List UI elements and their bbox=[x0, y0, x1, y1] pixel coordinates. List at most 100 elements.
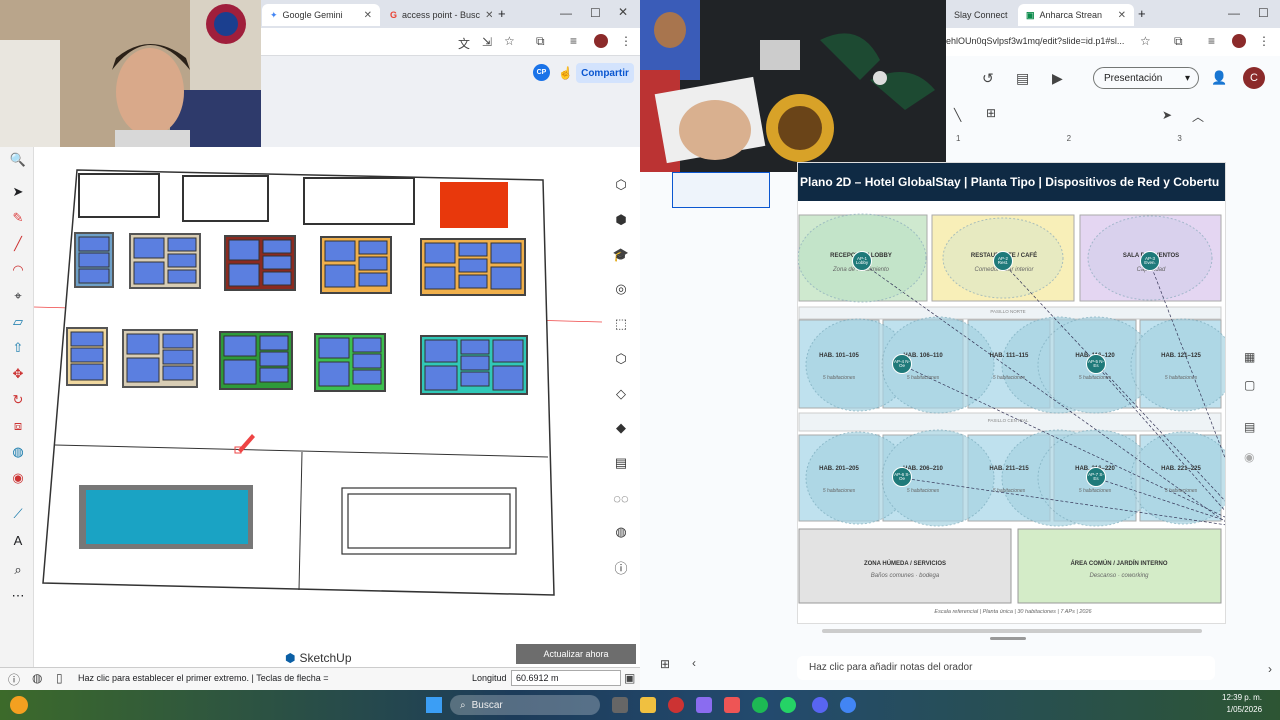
tags-icon[interactable]: ◇ bbox=[610, 383, 632, 405]
measurement-icon[interactable]: ▣ bbox=[624, 671, 635, 685]
chevron-down-icon[interactable]: ▾ bbox=[1185, 73, 1190, 84]
maximize-icon[interactable]: ☐ bbox=[590, 6, 601, 20]
help-icon[interactable]: ⓘ bbox=[8, 671, 20, 688]
tab-slay-connect[interactable]: Slay Connect bbox=[946, 4, 1016, 26]
share-button[interactable]: Compartir bbox=[576, 63, 634, 83]
install-icon[interactable]: ⇲ bbox=[482, 35, 492, 49]
materials-icon[interactable]: ◆ bbox=[610, 417, 632, 439]
bookmark-star-icon[interactable]: ☆ bbox=[504, 34, 515, 48]
close-icon[interactable]: ✕ bbox=[1118, 10, 1126, 21]
horizontal-scrollbar[interactable] bbox=[822, 629, 1202, 633]
update-now-button[interactable]: Actualizar ahora bbox=[516, 644, 636, 664]
app-icon[interactable] bbox=[724, 697, 740, 713]
spotify-icon[interactable] bbox=[752, 697, 768, 713]
views-icon[interactable]: ⬚ bbox=[610, 313, 632, 335]
line-tool-icon[interactable]: ╱ bbox=[9, 235, 27, 253]
insert-comment-icon[interactable]: ⊞ bbox=[986, 106, 996, 120]
select-tool-icon[interactable]: ➤ bbox=[9, 183, 27, 201]
windows-start-icon[interactable] bbox=[426, 697, 442, 713]
slide-canvas[interactable]: Plano 2D – Hotel GlobalStay | Planta Tip… bbox=[797, 162, 1226, 624]
components-icon[interactable]: ⬢ bbox=[610, 209, 632, 231]
tab-access-point[interactable]: G access point - Busc ✕ bbox=[382, 4, 492, 26]
maximize-icon[interactable]: ☐ bbox=[1258, 6, 1269, 20]
hand-icon[interactable]: ☝ bbox=[558, 66, 573, 80]
taskbar-search[interactable]: ⌕ Buscar bbox=[450, 695, 600, 715]
history-icon[interactable]: ↺ bbox=[982, 70, 994, 87]
weather-icon[interactable] bbox=[10, 696, 28, 714]
text-tool-icon[interactable]: A bbox=[9, 531, 27, 549]
menu-dots-icon[interactable]: ⋮ bbox=[1258, 34, 1270, 48]
menu-dots-icon[interactable]: ⋮ bbox=[620, 34, 632, 48]
measurement-field[interactable]: 60.6912 m bbox=[511, 670, 621, 686]
extensions-icon[interactable]: ⧉ bbox=[536, 34, 545, 49]
display-icon[interactable]: ◌◌ bbox=[610, 487, 632, 509]
paint-bucket-icon[interactable]: ◍ bbox=[9, 443, 27, 461]
close-icon[interactable]: ✕ bbox=[485, 10, 492, 21]
slide-thumbnail[interactable] bbox=[672, 172, 770, 208]
close-icon[interactable]: ✕ bbox=[364, 10, 372, 21]
bookmark-star-icon[interactable]: ☆ bbox=[1140, 34, 1151, 48]
dimension-icon[interactable]: ⟋ bbox=[9, 505, 27, 523]
tape-measure-icon[interactable]: ⌖ bbox=[9, 287, 27, 305]
floor-plan-model[interactable] bbox=[33, 147, 603, 667]
tab-anharca[interactable]: ▣ Anharca Strean ✕ bbox=[1018, 4, 1134, 26]
speaker-notes[interactable]: Haz clic para añadir notas del orador bbox=[797, 656, 1215, 680]
push-pull-icon[interactable]: ⇧ bbox=[9, 339, 27, 357]
rectangle-tool-icon[interactable]: ▱ bbox=[9, 313, 27, 331]
share-person-icon[interactable]: 👤 bbox=[1211, 70, 1227, 86]
app-icon[interactable] bbox=[696, 697, 712, 713]
whatsapp-icon[interactable] bbox=[780, 697, 796, 713]
minimize-icon[interactable]: — bbox=[1228, 6, 1240, 20]
arc-tool-icon[interactable]: ◠ bbox=[9, 261, 27, 279]
media-icon[interactable]: ≡ bbox=[570, 34, 577, 48]
credits-icon[interactable]: ▯ bbox=[56, 671, 63, 685]
extensions-icon[interactable]: ⧉ bbox=[1174, 34, 1183, 49]
more-tools-icon[interactable]: ⋯ bbox=[9, 587, 27, 605]
comments-icon[interactable]: ▤ bbox=[1016, 70, 1029, 87]
geolocation-icon[interactable]: ◍ bbox=[32, 671, 42, 685]
pointer-mode-icon[interactable]: ➤ bbox=[1162, 108, 1172, 122]
app-icon[interactable] bbox=[668, 697, 684, 713]
system-clock[interactable]: 12:39 p. m. 1/05/2026 bbox=[1222, 692, 1262, 716]
orbit-icon[interactable]: ◉ bbox=[9, 469, 27, 487]
scale-tool-icon[interactable]: ⧈ bbox=[9, 417, 27, 435]
tasks-icon[interactable]: ▤ bbox=[1244, 420, 1255, 434]
entity-info-icon[interactable]: ⬡ bbox=[610, 174, 632, 196]
info-icon[interactable]: ⓘ bbox=[610, 556, 632, 578]
new-tab-button[interactable]: + bbox=[498, 6, 506, 21]
file-explorer-icon[interactable] bbox=[640, 697, 656, 713]
profile-avatar[interactable] bbox=[594, 34, 608, 48]
zoom-icon[interactable]: ⌕ bbox=[9, 561, 27, 579]
calendar-icon[interactable]: ▦ bbox=[1244, 350, 1255, 364]
scenes-icon[interactable]: ▤ bbox=[610, 452, 632, 474]
translate-icon[interactable]: 文 bbox=[458, 35, 470, 52]
globe-icon[interactable]: ◍ bbox=[610, 521, 632, 543]
task-view-icon[interactable] bbox=[612, 697, 628, 713]
grid-view-icon[interactable]: ⊞ bbox=[660, 657, 670, 671]
avatar[interactable]: C bbox=[1243, 67, 1265, 89]
styles-icon[interactable]: ◎ bbox=[610, 278, 632, 300]
discord-icon[interactable] bbox=[812, 697, 828, 713]
solid-tools-icon[interactable]: ⬡ bbox=[610, 348, 632, 370]
line-tool-icon[interactable]: ╲ bbox=[954, 108, 961, 122]
meet-icon[interactable]: ▶ bbox=[1052, 70, 1063, 87]
close-window-icon[interactable]: ✕ bbox=[618, 5, 628, 19]
instructor-icon[interactable]: 🎓 bbox=[610, 244, 632, 266]
present-button[interactable]: Presentación ▾ bbox=[1093, 67, 1199, 89]
eraser-icon[interactable]: ✎ bbox=[9, 209, 27, 227]
minimize-icon[interactable]: — bbox=[560, 6, 572, 20]
tab-gemini[interactable]: ✦ Google Gemini ✕ bbox=[262, 4, 380, 26]
profile-avatar[interactable] bbox=[1232, 34, 1246, 48]
move-tool-icon[interactable]: ✥ bbox=[9, 365, 27, 383]
media-icon[interactable]: ≡ bbox=[1208, 34, 1215, 48]
new-tab-button[interactable]: + bbox=[1138, 6, 1146, 21]
expand-side-icon[interactable]: › bbox=[1268, 662, 1272, 676]
url-text[interactable]: ehlOUn0qSvlpsf3w1mq/edit?slide=id.p1#sl.… bbox=[946, 36, 1136, 46]
collapse-panel-icon[interactable]: ‹ bbox=[692, 656, 696, 670]
keep-icon[interactable]: ▢ bbox=[1244, 378, 1255, 392]
rotate-tool-icon[interactable]: ↻ bbox=[9, 391, 27, 409]
resize-handle[interactable] bbox=[990, 637, 1026, 640]
maps-icon[interactable]: ◉ bbox=[1244, 450, 1254, 464]
collapse-chevron-icon[interactable]: ︿ bbox=[1192, 108, 1204, 125]
sketchup-viewport[interactable] bbox=[33, 147, 603, 667]
